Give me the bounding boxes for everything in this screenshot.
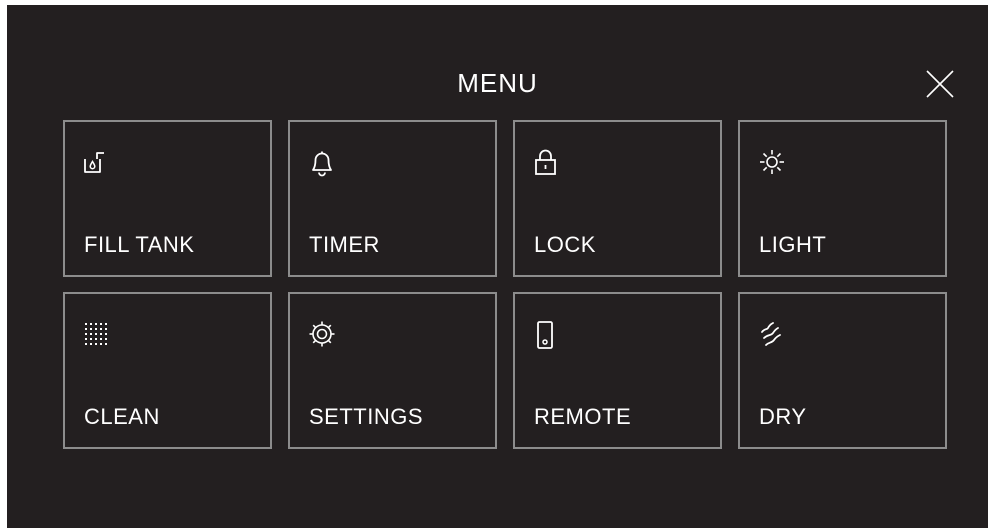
menu-tile-lock[interactable]: LOCK [513, 120, 722, 277]
tile-label: SETTINGS [309, 404, 424, 429]
tile-label: FILL TANK [84, 232, 195, 257]
menu-tile-timer[interactable]: TIMER [288, 120, 497, 277]
menu-tile-remote[interactable]: REMOTE [513, 292, 722, 449]
tile-label: TIMER [309, 232, 380, 257]
tile-label: LIGHT [759, 232, 827, 257]
menu-tile-dry[interactable]: DRY [738, 292, 947, 449]
close-icon [926, 70, 954, 98]
fill-tank-icon [81, 146, 113, 180]
lock-icon [531, 146, 563, 180]
sun-icon [756, 146, 788, 180]
menu-tile-fill-tank[interactable]: FILL TANK [63, 120, 272, 277]
menu-screen: MENU FILL TANK TIMER LOCK LIGHT CLEAN SE… [7, 5, 988, 528]
page-title: MENU [457, 68, 538, 98]
bell-icon [306, 146, 338, 180]
menu-tile-settings[interactable]: SETTINGS [288, 292, 497, 449]
gear-icon [306, 318, 338, 352]
menu-tile-light[interactable]: LIGHT [738, 120, 947, 277]
tile-label: DRY [759, 404, 807, 429]
menu-tile-clean[interactable]: CLEAN [63, 292, 272, 449]
air-waves-icon [756, 318, 788, 352]
tile-label: REMOTE [534, 404, 632, 429]
tile-label: CLEAN [84, 404, 160, 429]
close-button[interactable] [923, 67, 957, 101]
dot-grid-icon [81, 318, 113, 352]
phone-icon [531, 318, 563, 352]
tile-label: LOCK [534, 232, 596, 257]
